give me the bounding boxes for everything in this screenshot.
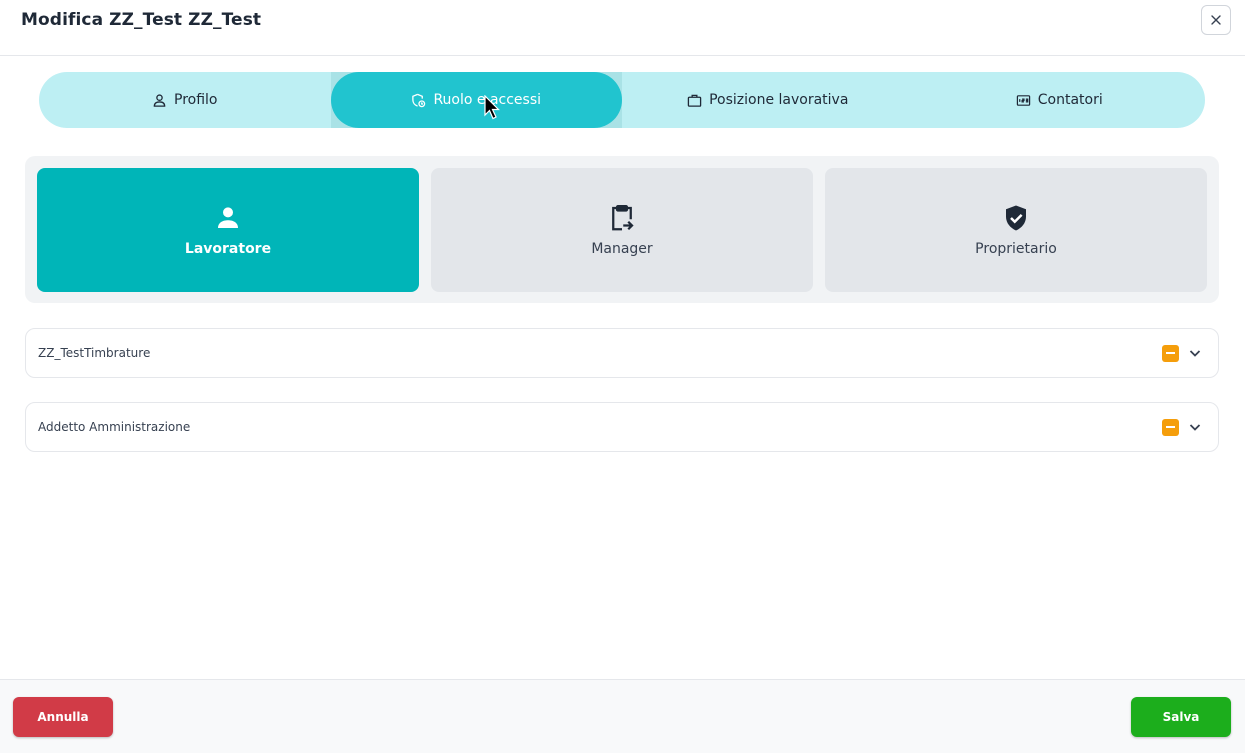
group-accordion-zz-testtimbrature[interactable]: ZZ_TestTimbrature xyxy=(25,328,1219,378)
role-label: Manager xyxy=(591,241,653,257)
clipboard-arrow-icon xyxy=(612,205,634,231)
status-badge[interactable] xyxy=(1162,418,1179,436)
chevron-down-icon[interactable] xyxy=(1188,346,1202,360)
person-icon xyxy=(218,207,238,228)
modal-footer: Annulla Salva xyxy=(0,679,1245,753)
tab-label: Profilo xyxy=(174,92,218,108)
status-badge[interactable] xyxy=(1162,344,1179,362)
role-card-lavoratore[interactable]: Lavoratore xyxy=(37,168,419,292)
tab-label: Contatori xyxy=(1037,92,1103,108)
user-icon xyxy=(153,93,166,107)
shield-check-icon xyxy=(1006,205,1026,231)
group-accordion-addetto-amministrazione[interactable]: Addetto Amministrazione xyxy=(25,402,1219,452)
chevron-down-icon[interactable] xyxy=(1188,420,1202,434)
role-label: Proprietario xyxy=(975,241,1057,257)
role-selector: Lavoratore Manager Proprietario xyxy=(25,156,1219,303)
tab-contatori[interactable]: Contatori xyxy=(914,72,1206,128)
role-card-manager[interactable]: Manager xyxy=(431,168,813,292)
tab-profilo[interactable]: Profilo xyxy=(39,72,331,128)
modal-title: Modifica ZZ_Test ZZ_Test xyxy=(21,10,262,30)
mouse-cursor-icon xyxy=(484,95,500,120)
cancel-button[interactable]: Annulla xyxy=(13,697,113,737)
counter-icon xyxy=(1016,94,1030,106)
tab-bar: Profilo Ruolo e accessi Posizione lavora… xyxy=(39,72,1205,128)
group-label: Addetto Amministrazione xyxy=(38,420,191,434)
tab-label: Posizione lavorativa xyxy=(709,92,849,108)
close-button[interactable] xyxy=(1201,5,1231,35)
tab-ruolo-accessi[interactable]: Ruolo e accessi xyxy=(330,72,623,128)
role-card-proprietario[interactable]: Proprietario xyxy=(825,168,1207,292)
briefcase-icon xyxy=(687,94,702,107)
close-icon xyxy=(1211,15,1221,25)
group-label: ZZ_TestTimbrature xyxy=(38,346,151,360)
shield-lock-icon xyxy=(412,93,426,107)
save-button[interactable]: Salva xyxy=(1131,697,1231,737)
modal-header: Modifica ZZ_Test ZZ_Test xyxy=(0,0,1245,56)
tab-posizione-lavorativa[interactable]: Posizione lavorativa xyxy=(622,72,914,128)
role-label: Lavoratore xyxy=(184,241,272,257)
